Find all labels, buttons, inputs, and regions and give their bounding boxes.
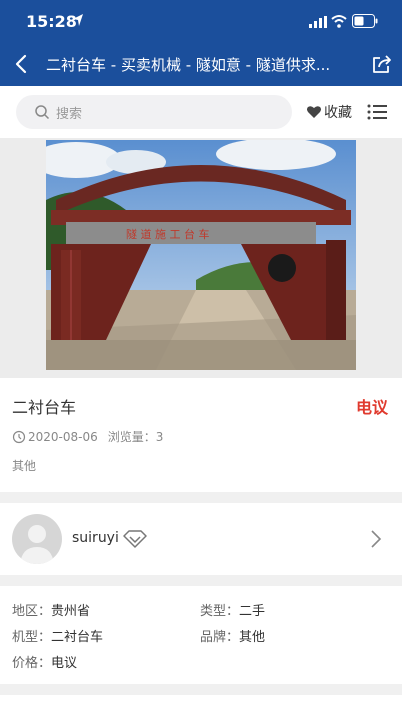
search-row: 搜索 收藏	[0, 86, 402, 138]
spec-value: 其他	[239, 630, 266, 645]
product-title: 二衬台车	[12, 398, 77, 417]
spec-value: 二手	[239, 604, 266, 619]
spec-value: 电议	[51, 656, 78, 671]
spec-value: 二衬台车	[51, 630, 104, 645]
spec-key: 类型：	[200, 604, 240, 619]
status-time: 15:28	[26, 12, 77, 31]
page-title: 二衬台车 - 买卖机械 - 隧如意 - 隧道供求...	[46, 56, 331, 74]
spec-type: 类型：二手	[200, 600, 265, 619]
favorite-label: 收藏	[324, 105, 352, 121]
spec-key: 价格：	[12, 656, 52, 671]
cellular-signal-icon	[309, 16, 327, 28]
spec-key: 品牌：	[200, 630, 240, 645]
seller-name: suiruyi	[72, 530, 119, 546]
share-icon[interactable]	[370, 52, 394, 76]
spec-region: 地区：贵州省	[12, 600, 90, 619]
status-bar: 15:28	[0, 0, 402, 44]
spec-list: 地区：贵州省 类型：二手 机型：二衬台车 品牌：其他 价格：电议	[0, 586, 402, 684]
chevron-right-icon	[371, 530, 382, 548]
list-menu-icon[interactable]	[366, 101, 388, 123]
top-bar: 15:28 二衬台车 - 买卖机械 - 隧如意 - 隧道供求...	[0, 0, 402, 86]
views-label: 浏览量：	[107, 430, 156, 444]
favorite-button[interactable]: 收藏	[306, 101, 352, 123]
back-arrow-icon[interactable]	[10, 52, 34, 76]
location-arrow-icon	[73, 14, 83, 26]
spec-key: 地区：	[12, 604, 52, 619]
navigation-bar: 二衬台车 - 买卖机械 - 隧如意 - 隧道供求...	[0, 44, 402, 86]
category-tag: 其他	[12, 459, 37, 473]
search-icon	[35, 105, 50, 120]
heart-icon	[307, 106, 321, 118]
spec-price: 价格：电议	[12, 652, 77, 671]
product-photo[interactable]: 隧 道 施 工 台 车	[46, 140, 356, 370]
product-info-card: 二衬台车 电议 2020-08-06 浏览量： 3 其他	[0, 378, 402, 492]
spec-key: 机型：	[12, 630, 52, 645]
photo-area: 隧 道 施 工 台 车	[0, 138, 402, 378]
diamond-icon	[123, 530, 147, 548]
wifi-icon	[331, 15, 347, 28]
publish-date: 2020-08-06	[28, 429, 98, 444]
clock-icon	[12, 430, 26, 443]
default-avatar-icon	[20, 525, 54, 564]
search-placeholder: 搜索	[56, 107, 83, 122]
product-meta: 2020-08-06 浏览量： 3	[12, 428, 163, 445]
bottom-strip	[0, 695, 402, 713]
avatar	[12, 514, 62, 564]
spec-model: 机型：二衬台车	[12, 626, 103, 645]
spec-value: 贵州省	[51, 604, 91, 619]
search-input[interactable]: 搜索	[16, 95, 292, 129]
battery-icon	[352, 14, 378, 28]
seller-card[interactable]: suiruyi	[0, 503, 402, 575]
product-price: 电议	[355, 398, 388, 417]
spec-brand: 品牌：其他	[200, 626, 265, 645]
views-count: 3	[155, 429, 164, 444]
svg-text:隧 道 施 工 台 车: 隧 道 施 工 台 车	[126, 227, 209, 241]
